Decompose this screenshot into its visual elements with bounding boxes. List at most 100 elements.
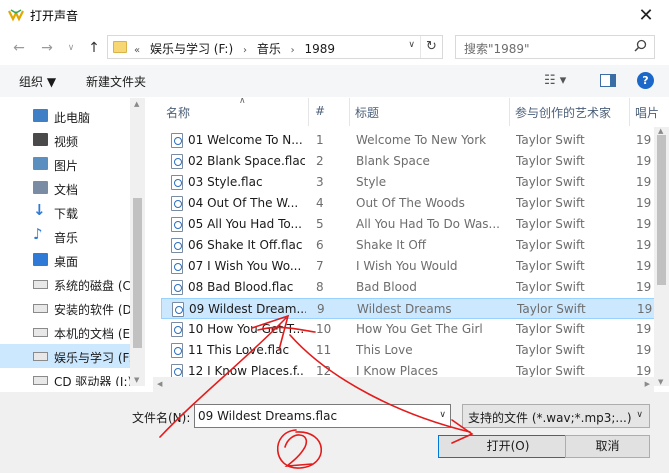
refresh-icon[interactable]: ↻	[420, 36, 442, 58]
forward-arrow-icon[interactable]: →	[38, 39, 56, 57]
scroll-down-icon[interactable]: ▼	[658, 378, 663, 386]
sidebar-item[interactable]: 视频	[0, 128, 144, 152]
file-artist-cell: Taylor Swift	[516, 196, 585, 210]
breadcrumb-item[interactable]: 1989	[304, 42, 335, 56]
sidebar-item[interactable]: CD 驱动器 (I:)	[0, 368, 144, 386]
close-button[interactable]: ✕	[623, 0, 669, 30]
search-box[interactable]: 搜索"1989"	[455, 35, 655, 59]
computer-icon	[33, 109, 48, 122]
column-header-album[interactable]: 唱片	[630, 98, 669, 126]
organize-menu[interactable]: 组织 ▼	[19, 73, 56, 90]
breadcrumb-item[interactable]: 音乐	[257, 42, 281, 56]
file-row[interactable]: 07 I Wish You Wo... 7 I Wish You Would Tayl…	[161, 256, 661, 277]
sidebar-item-label: CD 驱动器 (I:)	[54, 375, 133, 386]
file-list-scrollbar[interactable]: ▲ ▼	[654, 127, 669, 386]
filename-field[interactable]: 09 Wildest Dreams.flac ∨	[194, 404, 451, 428]
file-row[interactable]: 08 Bad Blood.flac 8 Bad Blood Taylor Swift 1…	[161, 277, 661, 298]
window-title: 打开声音	[30, 9, 79, 23]
file-title-cell: I Wish You Would	[356, 259, 458, 273]
help-icon[interactable]: ?	[637, 72, 654, 89]
file-row[interactable]: 05 All You Had To... 5 All You Had To Do W…	[161, 214, 661, 235]
file-num-cell: 7	[316, 259, 324, 273]
back-arrow-icon[interactable]: ←	[10, 39, 28, 57]
command-toolbar: 组织 ▼ 新建文件夹 ☷ ▾ ?	[0, 65, 669, 97]
file-more-cell: 19	[636, 322, 652, 336]
file-row[interactable]: 04 Out Of The W... 4 Out Of The Woods Taylo…	[161, 193, 661, 214]
scroll-right-icon[interactable]: ▶	[645, 380, 650, 388]
audio-file-icon	[171, 322, 183, 337]
scroll-left-icon[interactable]: ◀	[157, 380, 162, 388]
chevron-down-icon[interactable]: ∨	[408, 40, 415, 50]
cancel-button[interactable]: 取消	[565, 435, 650, 458]
column-header-artist[interactable]: 参与创作的艺术家	[510, 98, 630, 126]
sidebar-item-label: 系统的磁盘 (C:)	[54, 279, 140, 293]
sidebar-item[interactable]: 娱乐与学习 (F:)	[0, 344, 144, 368]
column-label: 标题	[355, 106, 380, 120]
file-name-cell: 09 Wildest Dream...	[189, 302, 306, 316]
file-num-cell: 8	[316, 280, 324, 294]
horizontal-scrollbar[interactable]: ◀ ▶	[153, 377, 654, 392]
audio-file-icon	[171, 133, 183, 148]
scrollbar-thumb[interactable]	[657, 135, 666, 285]
sidebar-item-label: 安装的软件 (D:)	[54, 303, 141, 317]
column-label: #	[315, 104, 326, 118]
file-title-cell: Out Of The Woods	[356, 196, 465, 210]
scroll-down-icon[interactable]: ▼	[134, 376, 139, 384]
file-row[interactable]: 10 How You Get T... 10 How You Get The Gir…	[161, 319, 661, 340]
filename-value[interactable]: 09 Wildest Dreams.flac	[198, 409, 337, 423]
file-name-cell: 08 Bad Blood.flac	[188, 280, 294, 294]
file-name-cell: 04 Out Of The W...	[188, 196, 299, 210]
sidebar-item[interactable]: 安装的软件 (D:)	[0, 296, 144, 320]
file-artist-cell: Taylor Swift	[516, 133, 585, 147]
sidebar-item[interactable]: 图片	[0, 152, 144, 176]
sidebar-item[interactable]: 文档	[0, 176, 144, 200]
file-row[interactable]: 09 Wildest Dream... 9 Wildest Dreams Taylor…	[161, 298, 661, 319]
audio-file-icon	[171, 259, 183, 274]
recent-dropdown-icon[interactable]: ∨	[62, 39, 80, 57]
file-row[interactable]: 03 Style.flac 3 Style Taylor Swift 19	[161, 172, 661, 193]
sidebar-item[interactable]: 桌面	[0, 248, 144, 272]
sidebar-scrollbar[interactable]: ▲ ▼	[130, 98, 145, 386]
column-header-title[interactable]: 标题	[350, 98, 510, 126]
column-header-number[interactable]: #	[310, 98, 350, 126]
breadcrumb-overflow-icon[interactable]: «	[134, 45, 140, 56]
up-arrow-icon[interactable]: ↑	[85, 39, 103, 57]
file-type-filter[interactable]: 支持的文件 (*.wav;*.mp3;...) ∨	[462, 404, 650, 428]
sidebar-item[interactable]: 此电脑	[0, 104, 144, 128]
sidebar-item-label: 图片	[54, 159, 79, 173]
file-row[interactable]: 06 Shake It Off.flac 6 Shake It Off Taylor …	[161, 235, 661, 256]
file-more-cell: 19	[636, 343, 652, 357]
sidebar-item[interactable]: 系统的磁盘 (C:)	[0, 272, 144, 296]
new-folder-button[interactable]: 新建文件夹	[86, 73, 146, 90]
preview-pane-icon[interactable]	[600, 74, 616, 87]
file-title-cell: Blank Space	[356, 154, 430, 168]
title-bar: 打开声音 ✕	[0, 0, 669, 31]
scroll-up-icon[interactable]: ▲	[658, 127, 663, 135]
scroll-up-icon[interactable]: ▲	[134, 100, 139, 108]
document-icon	[33, 181, 48, 194]
chevron-down-icon[interactable]: ∨	[439, 410, 446, 420]
file-name-cell: 06 Shake It Off.flac	[188, 238, 303, 252]
file-name-cell: 03 Style.flac	[188, 175, 263, 189]
open-button[interactable]: 打开(O)	[438, 435, 578, 458]
sort-ascending-icon: ∧	[239, 98, 246, 106]
breadcrumb-item[interactable]: 娱乐与学习 (F:)	[150, 42, 233, 56]
file-artist-cell: Taylor Swift	[516, 259, 585, 273]
address-bar[interactable]: « 娱乐与学习 (F:) › 音乐 › 1989 ∨ ↻	[107, 35, 443, 59]
search-input[interactable]: 搜索"1989"	[464, 40, 530, 57]
file-title-cell: Bad Blood	[356, 280, 417, 294]
scrollbar-thumb[interactable]	[133, 198, 142, 348]
view-options-icon[interactable]: ☷ ▾	[544, 73, 566, 88]
file-row[interactable]: 11 This Love.flac 11 This Love Taylor Swift…	[161, 340, 661, 361]
file-type-value: 支持的文件 (*.wav;*.mp3;...)	[468, 411, 632, 425]
column-header-name[interactable]: ∧ 名称	[161, 98, 309, 126]
file-more-cell: 19	[636, 259, 652, 273]
file-more-cell: 19	[636, 133, 652, 147]
file-row[interactable]: 02 Blank Space.flac 2 Blank Space Taylor Sw…	[161, 151, 661, 172]
app-icon	[8, 9, 24, 22]
sidebar-item[interactable]: ♪ 音乐	[0, 224, 144, 248]
sidebar-item[interactable]: 本机的文档 (E:)	[0, 320, 144, 344]
file-row[interactable]: 01 Welcome To N... 1 Welcome To New York Ta…	[161, 130, 661, 151]
audio-file-icon	[171, 343, 183, 358]
sidebar-item[interactable]: ↓ 下载	[0, 200, 144, 224]
